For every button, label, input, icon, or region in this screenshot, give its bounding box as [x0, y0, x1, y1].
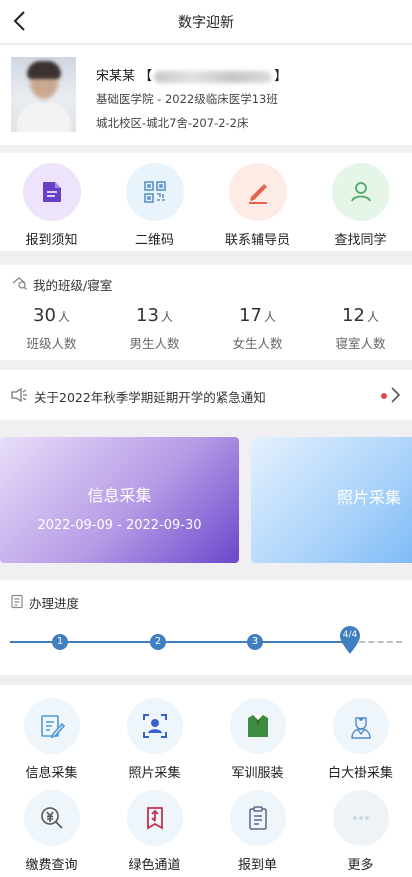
stat-unit: 人	[366, 310, 379, 324]
service-label: 缴费查询	[25, 858, 78, 873]
stat-label: 男生人数	[129, 336, 180, 351]
banner-title: 照片采集	[337, 488, 402, 507]
quick-actions: 报到须知 二维码 联系辅导员 查找同学	[0, 153, 412, 251]
stat-value: 12	[342, 305, 365, 326]
progress-header: 办理进度	[10, 593, 79, 612]
services-grid: 信息采集 照片采集 军训服装 白大褂采集 缴费查询 绿色通道 报到单 更多	[0, 685, 412, 877]
payment-search-icon	[23, 790, 80, 846]
service-white-coat[interactable]: 白大褂采集	[309, 698, 412, 781]
banner-carousel[interactable]: 信息采集 2022-09-09 - 2022-09-30 照片采集	[0, 430, 412, 570]
service-label: 军训服装	[231, 766, 284, 781]
quick-action-label: 查找同学	[334, 233, 387, 248]
quick-action-counselor[interactable]: 联系辅导员	[206, 163, 309, 248]
clipboard-icon	[229, 790, 286, 846]
service-info-collection[interactable]: 信息采集	[0, 698, 103, 781]
page-title: 数字迎新	[178, 15, 234, 31]
unread-dot	[381, 393, 387, 399]
service-green-channel[interactable]: 绿色通道	[103, 790, 206, 873]
progress-doc-icon	[10, 594, 24, 612]
stat-unit: 人	[160, 310, 173, 324]
quick-action-label: 二维码	[134, 233, 174, 248]
class-search-icon	[12, 276, 28, 293]
service-label: 照片采集	[128, 766, 181, 781]
college-class: 基础医学院 - 2022级临床医学13班	[96, 92, 278, 106]
doctor-icon	[332, 698, 389, 754]
progress-title: 办理进度	[29, 596, 80, 611]
stat-female: 17 人 女生人数	[206, 305, 309, 352]
progress-step: 2	[150, 634, 166, 650]
service-photo-collection[interactable]: 照片采集	[103, 698, 206, 781]
stat-class: 30 人 班级人数	[0, 305, 103, 352]
qr-code-icon	[125, 163, 184, 221]
progress-section: 办理进度 1 2 3 4/4	[0, 580, 412, 675]
service-label: 白大褂采集	[327, 766, 393, 781]
bracket-close: 】	[274, 69, 288, 84]
stat-label: 寝室人数	[335, 336, 386, 351]
class-dorm-stats[interactable]: 我的班级/寝室 30 人 班级人数 13 人 男生人数 17 人 女生人数 12 人 寝…	[0, 265, 412, 360]
stat-value: 17	[239, 305, 262, 326]
banner-dates: 2022-09-09 - 2022-09-30	[37, 518, 202, 533]
green-channel-icon	[126, 790, 183, 846]
blurred-id	[154, 70, 273, 83]
class-dorm-title: 我的班级/寝室	[33, 278, 113, 293]
service-more[interactable]: 更多	[309, 790, 412, 873]
uniform-icon	[229, 698, 286, 754]
stat-male: 13 人 男生人数	[103, 305, 206, 352]
student-name: 宋某某	[96, 69, 136, 84]
banner-photo-collection[interactable]: 照片采集	[251, 437, 412, 563]
person-icon	[331, 163, 390, 221]
profile-card[interactable]: 宋某某 【 】 基础医学院 - 2022级临床医学13班 城北校区-城北7舍-20…	[0, 45, 412, 145]
pencil-icon	[228, 163, 287, 221]
stat-value: 13	[136, 305, 159, 326]
service-military-uniform[interactable]: 军训服装	[206, 698, 309, 781]
stat-unit: 人	[263, 310, 276, 324]
service-registration-form[interactable]: 报到单	[206, 790, 309, 873]
banner-title: 信息采集	[87, 486, 152, 505]
quick-action-find-classmate[interactable]: 查找同学	[309, 163, 412, 248]
service-label: 报到单	[237, 858, 277, 873]
service-payment-query[interactable]: 缴费查询	[0, 790, 103, 873]
service-label: 更多	[347, 858, 374, 873]
top-nav-bar: 数字迎新	[0, 0, 412, 44]
class-dorm-header: 我的班级/寝室	[12, 275, 112, 294]
stat-dorm: 12 人 寝室人数	[309, 305, 412, 352]
progress-step: 3	[247, 634, 263, 650]
app-page: 数字迎新 宋某某 【 】 基础医学院 - 2022级临床医学13班 城北校区-城北…	[0, 0, 412, 877]
notice-bar[interactable]: 关于2022年秋季学期延期开学的紧急通知	[0, 370, 412, 420]
service-label: 绿色通道	[128, 858, 181, 873]
portrait-scan-icon	[126, 698, 183, 754]
avatar	[11, 57, 76, 132]
more-icon	[332, 790, 389, 846]
progress-current-label: 4/4	[342, 630, 358, 640]
quick-action-label: 联系辅导员	[224, 233, 290, 248]
banner-info-collection[interactable]: 信息采集 2022-09-09 - 2022-09-30	[0, 437, 239, 563]
dorm-address: 城北校区-城北7舍-207-2-2床	[96, 116, 249, 130]
notice-text: 关于2022年秋季学期延期开学的紧急通知	[34, 390, 266, 405]
document-icon	[22, 163, 81, 221]
stat-value: 30	[33, 305, 56, 326]
quick-action-guide[interactable]: 报到须知	[0, 163, 103, 248]
progress-current-marker: 4/4	[338, 625, 362, 655]
bracket-open: 【	[139, 69, 153, 84]
form-edit-icon	[23, 698, 80, 754]
speaker-icon	[10, 387, 28, 407]
quick-action-qrcode[interactable]: 二维码	[103, 163, 206, 248]
stat-label: 女生人数	[232, 336, 283, 351]
service-label: 信息采集	[25, 766, 78, 781]
student-name-line: 宋某某 【 】	[96, 65, 287, 84]
chevron-right-icon[interactable]	[388, 386, 402, 408]
stat-label: 班级人数	[26, 336, 77, 351]
progress-step: 1	[52, 634, 68, 650]
stat-unit: 人	[57, 310, 70, 324]
quick-action-label: 报到须知	[25, 233, 78, 248]
